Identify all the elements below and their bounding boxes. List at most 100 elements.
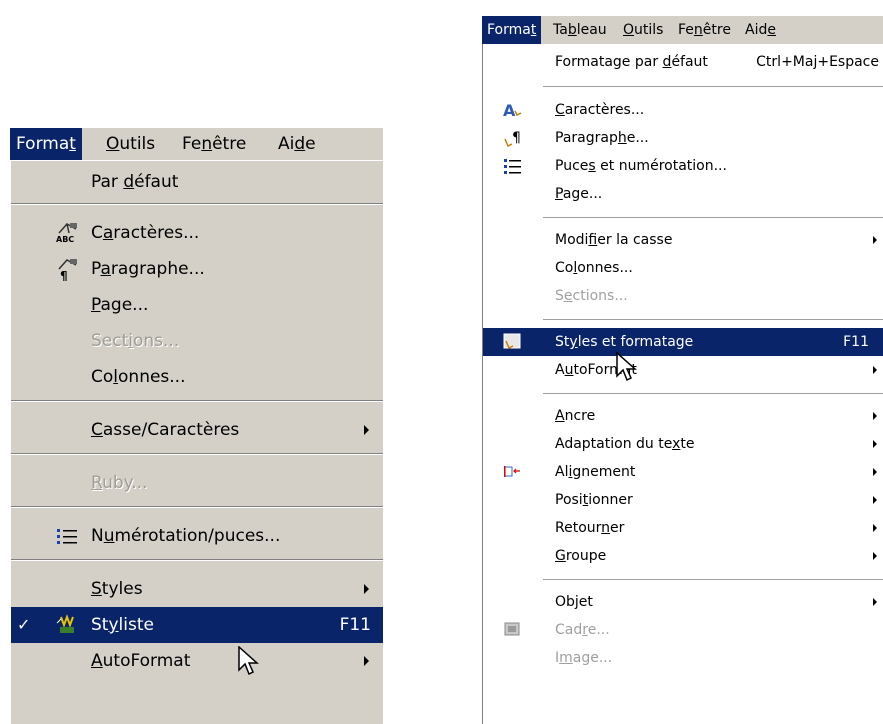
submenu-arrow-icon bbox=[873, 598, 877, 606]
menu-item-label: Ruby... bbox=[91, 473, 148, 493]
menu-item-label: Par défaut bbox=[91, 172, 179, 192]
separator bbox=[11, 400, 383, 402]
checkmark-icon: ✓ bbox=[17, 615, 31, 634]
submenu-arrow-icon bbox=[873, 552, 877, 560]
right-format-dropdown: Formatage par défaut Ctrl+Maj+Espace A C… bbox=[482, 44, 883, 724]
menu-item-label: Alignement bbox=[555, 464, 636, 480]
menu-item-label: Retourner bbox=[555, 520, 625, 536]
separator bbox=[11, 203, 383, 205]
menu-item-positionner[interactable]: Positionner bbox=[483, 486, 883, 514]
menu-item-label: Caractères... bbox=[91, 223, 200, 243]
menu-item-label: Cadre... bbox=[555, 622, 610, 638]
menu-item-shortcut: Ctrl+Maj+Espace bbox=[756, 54, 879, 70]
left-menubar: Format Outils Fenêtre Aide bbox=[10, 128, 383, 160]
menu-outils[interactable]: Outils bbox=[100, 128, 161, 160]
submenu-arrow-icon bbox=[873, 496, 877, 504]
menu-format[interactable]: Format bbox=[482, 16, 542, 44]
menu-item-label: Styles bbox=[91, 579, 143, 599]
menu-item-sections: Sections... bbox=[483, 282, 883, 310]
menu-item-styles[interactable]: Styles bbox=[11, 571, 383, 607]
menu-aide[interactable]: Aide bbox=[740, 16, 781, 44]
separator bbox=[543, 319, 883, 320]
menu-item-casse-caracteres[interactable]: Casse/Caractères bbox=[11, 412, 383, 448]
right-format-menu-window: Format Tableau Outils Fenêtre Aide Forma… bbox=[482, 16, 883, 724]
separator bbox=[543, 86, 883, 87]
menu-item-label: Paragraphe... bbox=[555, 130, 649, 146]
menu-fenetre[interactable]: Fenêtre bbox=[673, 16, 736, 44]
submenu-arrow-icon bbox=[873, 412, 877, 420]
font-characters-icon: A bbox=[503, 101, 523, 120]
menu-fenetre[interactable]: Fenêtre bbox=[176, 128, 252, 160]
menu-item-label: Objet bbox=[555, 594, 593, 610]
menu-item-label: Page... bbox=[91, 295, 149, 315]
menu-item-caracteres[interactable]: A Caractères... bbox=[483, 96, 883, 124]
menu-item-paragraphe[interactable]: ¶ Paragraphe... bbox=[11, 251, 383, 287]
menu-item-adaptation[interactable]: Adaptation du texte bbox=[483, 430, 883, 458]
menu-item-styles-formatage[interactable]: Styles et formatage F11 bbox=[483, 328, 883, 356]
menu-item-label: Casse/Caractères bbox=[91, 420, 240, 440]
menu-aide[interactable]: Aide bbox=[272, 128, 322, 160]
menu-item-par-defaut[interactable]: Par défaut bbox=[11, 164, 383, 200]
bullets-numbering-icon bbox=[503, 157, 523, 175]
menu-item-page[interactable]: Page... bbox=[483, 180, 883, 208]
left-format-dropdown: Par défaut ABC Caractères... ¶ Paragraph… bbox=[10, 160, 383, 724]
menu-item-colonnes[interactable]: Colonnes... bbox=[11, 359, 383, 395]
svg-text:¶: ¶ bbox=[60, 269, 68, 281]
menu-item-alignement[interactable]: Alignement bbox=[483, 458, 883, 486]
menu-item-numerotation-puces[interactable]: Numérotation/puces... bbox=[11, 518, 383, 554]
menu-item-label: Image... bbox=[555, 650, 613, 666]
separator bbox=[11, 506, 383, 508]
separator bbox=[11, 453, 383, 455]
menu-item-objet[interactable]: Objet bbox=[483, 588, 883, 616]
left-format-menu-window: Format Outils Fenêtre Aide Par défaut AB… bbox=[10, 128, 383, 724]
menu-item-label: Colonnes... bbox=[91, 367, 186, 387]
menu-item-label: Paragraphe... bbox=[91, 259, 205, 279]
svg-text:A: A bbox=[503, 101, 516, 119]
menu-item-label: Adaptation du texte bbox=[555, 436, 695, 452]
alignment-icon bbox=[503, 463, 523, 481]
menu-item-styliste[interactable]: ✓ Styliste F11 bbox=[11, 607, 383, 643]
submenu-arrow-icon bbox=[873, 468, 877, 476]
menu-item-page[interactable]: Page... bbox=[11, 287, 383, 323]
styles-formatting-icon bbox=[503, 333, 523, 351]
menu-item-autoformat[interactable]: AutoFormat bbox=[483, 356, 883, 384]
menu-outils[interactable]: Outils bbox=[618, 16, 668, 44]
menu-item-colonnes[interactable]: Colonnes... bbox=[483, 254, 883, 282]
frame-icon bbox=[503, 621, 523, 639]
separator bbox=[543, 217, 883, 218]
menu-item-label: Sections... bbox=[555, 288, 628, 304]
menu-item-retourner[interactable]: Retourner bbox=[483, 514, 883, 542]
menu-item-label: AutoFormat bbox=[91, 651, 191, 671]
submenu-arrow-icon bbox=[873, 236, 877, 244]
menu-item-label: Styliste bbox=[91, 615, 154, 635]
menu-item-ancre[interactable]: Ancre bbox=[483, 402, 883, 430]
menu-item-label: Sections... bbox=[91, 331, 180, 351]
right-menubar: Format Tableau Outils Fenêtre Aide bbox=[482, 16, 883, 44]
menu-item-label: Formatage par défaut bbox=[555, 54, 708, 70]
menu-item-label: Caractères... bbox=[555, 102, 645, 118]
menu-format[interactable]: Format bbox=[10, 128, 82, 160]
menu-item-sections: Sections... bbox=[11, 323, 383, 359]
separator bbox=[543, 579, 883, 580]
menu-item-label: Groupe bbox=[555, 548, 607, 564]
submenu-arrow-icon bbox=[364, 584, 369, 594]
menu-item-formatage-defaut[interactable]: Formatage par défaut Ctrl+Maj+Espace bbox=[483, 48, 883, 76]
menu-item-label: Numérotation/puces... bbox=[91, 526, 281, 546]
menu-item-groupe[interactable]: Groupe bbox=[483, 542, 883, 570]
menu-item-ruby: Ruby... bbox=[11, 465, 383, 501]
menu-item-modifier-casse[interactable]: Modifier la casse bbox=[483, 226, 883, 254]
svg-text:¶: ¶ bbox=[512, 130, 521, 146]
menu-item-autoformat[interactable]: AutoFormat bbox=[11, 643, 383, 679]
menu-item-shortcut: F11 bbox=[843, 334, 869, 350]
paragraph-icon: ¶ bbox=[55, 257, 79, 283]
menu-tableau[interactable]: Tableau bbox=[548, 16, 612, 44]
menu-item-label: Positionner bbox=[555, 492, 633, 508]
menu-item-caracteres[interactable]: ABC Caractères... bbox=[11, 215, 383, 251]
paragraph-hand-icon: ¶ bbox=[503, 129, 523, 148]
mouse-cursor-icon bbox=[616, 352, 637, 382]
submenu-arrow-icon bbox=[364, 425, 369, 435]
menu-item-paragraphe[interactable]: ¶ Paragraphe... bbox=[483, 124, 883, 152]
menu-item-puces[interactable]: Puces et numérotation... bbox=[483, 152, 883, 180]
menu-item-image: Image... bbox=[483, 644, 883, 672]
menu-item-cadre: Cadre... bbox=[483, 616, 883, 644]
